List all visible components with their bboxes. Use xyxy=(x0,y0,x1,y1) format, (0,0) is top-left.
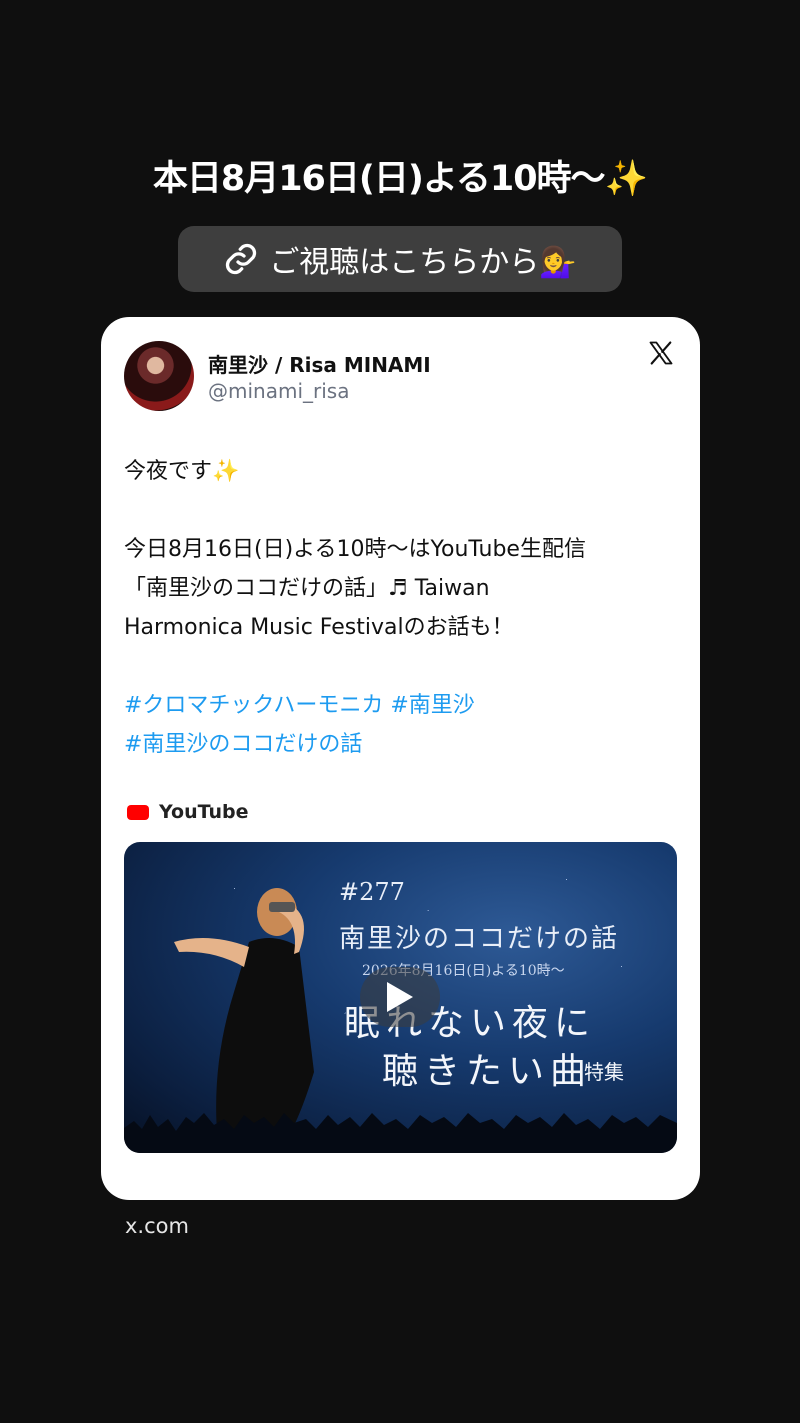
thumbnail-title: 南里沙のココだけの話 xyxy=(339,924,620,954)
x-logo-icon[interactable] xyxy=(647,339,675,367)
link-icon xyxy=(226,243,257,275)
display-name[interactable]: 南里沙 / Risa MINAMI xyxy=(208,349,431,378)
hashtag-link[interactable]: #南里沙のココだけの話 xyxy=(124,725,674,764)
play-icon xyxy=(387,982,413,1012)
tweet-line: 今日8月16日(日)よる10時〜はYouTube生配信 xyxy=(124,537,586,562)
link-sticker[interactable]: ご視聴はこちらから💁‍♀️ xyxy=(178,226,622,292)
hashtag-link[interactable]: #クロマチックハーモニカ #南里沙 xyxy=(124,686,674,725)
tweet-line: 「南里沙のココだけの話」♬ Taiwan xyxy=(124,576,490,601)
play-button[interactable] xyxy=(360,967,440,1027)
youtube-icon xyxy=(127,804,149,820)
tweet-line: Harmonica Music Festivalのお話も！ xyxy=(124,615,514,640)
domain-label[interactable]: x.com xyxy=(125,1214,189,1238)
thumbnail-headline: 聴きたい曲 xyxy=(382,1051,593,1092)
link-source-label: YouTube xyxy=(159,801,249,823)
link-sticker-label: ご視聴はこちらから💁‍♀️ xyxy=(269,245,577,280)
tweet-line: 今夜です✨ xyxy=(124,459,240,484)
thumbnail-episode: #277 xyxy=(339,878,405,906)
handle[interactable]: @minami_risa xyxy=(208,379,349,403)
story-headline: 本日8月16日(日)よる10時〜✨ xyxy=(152,159,648,199)
avatar[interactable] xyxy=(124,341,194,411)
link-source: YouTube xyxy=(127,801,248,823)
crowd-silhouette xyxy=(124,1113,677,1153)
video-thumbnail[interactable]: #277 南里沙のココだけの話 2026年8月16日(日)よる10時〜 眠れない… xyxy=(124,842,677,1153)
tweet-body: 今夜です✨ 今日8月16日(日)よる10時〜はYouTube生配信 「南里沙のコ… xyxy=(124,452,674,764)
thumbnail-tag: 特集 xyxy=(584,1060,624,1084)
tweet-card[interactable]: 南里沙 / Risa MINAMI @minami_risa 今夜です✨ 今日8… xyxy=(101,317,700,1200)
